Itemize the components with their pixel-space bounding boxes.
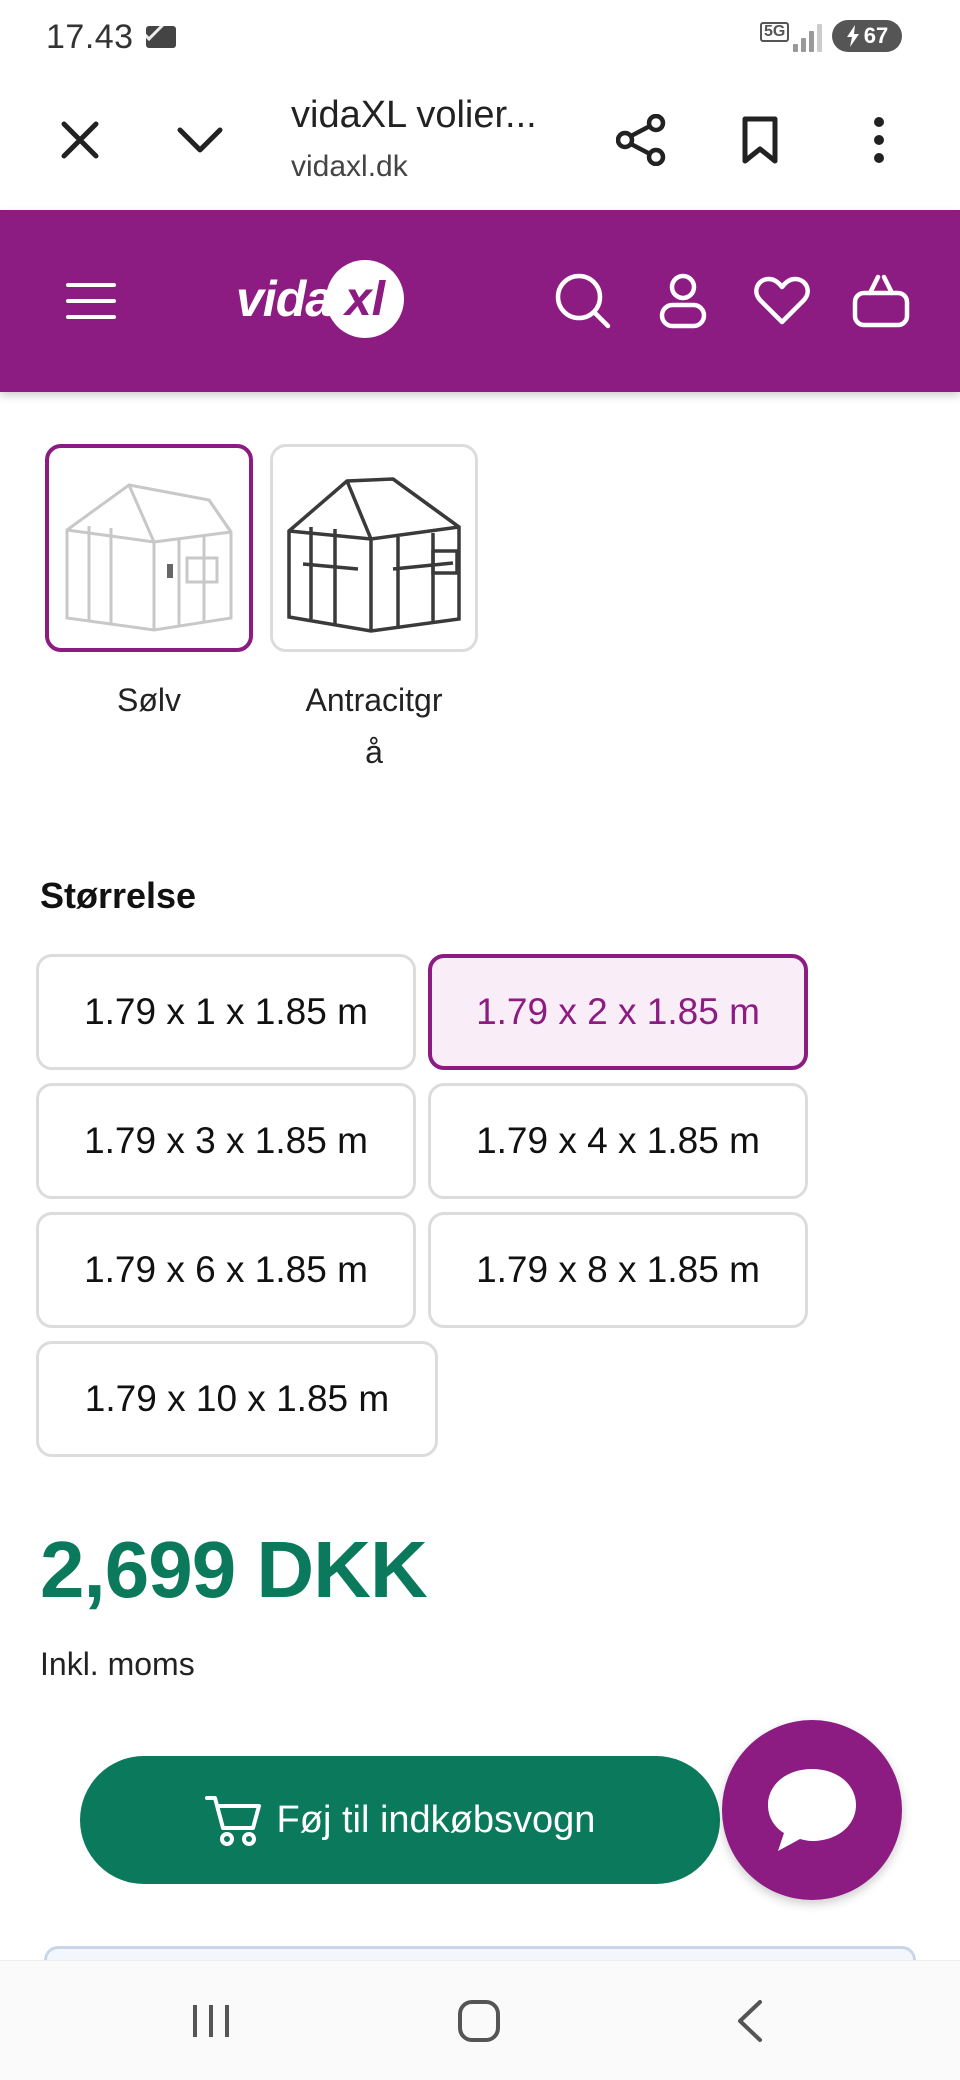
network-type-indicator: 5G	[760, 22, 790, 42]
status-bar: 17.43 5G 67	[0, 0, 960, 72]
cart-icon	[204, 1796, 261, 1846]
page-title: vidaXL volier...	[291, 94, 537, 136]
home-icon[interactable]	[444, 1991, 514, 2051]
site-header: vida xl	[0, 210, 960, 392]
search-icon[interactable]	[544, 262, 622, 340]
back-icon[interactable]	[714, 1991, 784, 2051]
size-heading: Størrelse	[40, 875, 197, 916]
size-option[interactable]: 1.79 x 8 x 1.85 m	[428, 1212, 808, 1328]
size-option-selected[interactable]: 1.79 x 2 x 1.85 m	[428, 954, 808, 1070]
browser-toolbar: vidaXL volier... vidaxl.dk	[0, 72, 960, 210]
account-icon[interactable]	[644, 262, 722, 340]
size-option[interactable]: 1.79 x 4 x 1.85 m	[428, 1083, 808, 1199]
system-navigation-bar	[0, 1960, 960, 2080]
page-url: vidaxl.dk	[291, 150, 408, 183]
share-icon[interactable]	[609, 108, 673, 172]
silver-aviary-image	[65, 483, 233, 632]
product-price: 2,699 DKK	[40, 1525, 428, 1614]
color-label-anthracite-line2: å	[365, 734, 383, 770]
chat-bubble-icon	[768, 1769, 856, 1851]
size-option[interactable]: 1.79 x 1 x 1.85 m	[36, 954, 416, 1070]
bookmark-icon[interactable]	[728, 108, 792, 172]
chevron-down-icon[interactable]	[168, 108, 232, 172]
close-icon[interactable]	[48, 108, 112, 172]
vat-note: Inkl. moms	[40, 1646, 195, 1682]
color-option-silver[interactable]	[45, 444, 253, 652]
color-label-anthracite-line1: Antracitgr	[305, 682, 443, 718]
wishlist-heart-icon[interactable]	[743, 262, 821, 340]
signal-strength-icon	[793, 20, 823, 52]
status-time: 17.43	[46, 18, 134, 56]
basket-icon[interactable]	[842, 262, 920, 340]
mail-notification-icon	[146, 26, 176, 48]
anthracite-aviary-image	[287, 477, 461, 633]
logo-badge: xl	[326, 260, 405, 338]
battery-indicator: 67	[832, 20, 902, 52]
charging-bolt-icon	[846, 25, 859, 47]
add-to-cart-label: Føj til indkøbsvogn	[276, 1798, 596, 1841]
size-option[interactable]: 1.79 x 10 x 1.85 m	[36, 1341, 438, 1457]
color-label-silver: Sølv	[117, 682, 181, 718]
menu-icon[interactable]	[52, 262, 130, 340]
size-option[interactable]: 1.79 x 6 x 1.85 m	[36, 1212, 416, 1328]
add-to-cart-button[interactable]: Føj til indkøbsvogn	[80, 1756, 720, 1884]
chat-button[interactable]	[722, 1720, 902, 1900]
more-options-icon[interactable]	[847, 108, 911, 172]
color-option-anthracite[interactable]	[270, 444, 478, 652]
battery-level: 67	[863, 23, 889, 48]
vidaxl-logo[interactable]: vida xl	[236, 254, 405, 344]
color-label-anthracite: Antracitgr å	[270, 674, 478, 778]
logo-text: vida	[236, 271, 333, 327]
size-option[interactable]: 1.79 x 3 x 1.85 m	[36, 1083, 416, 1199]
recent-apps-icon[interactable]	[176, 1991, 246, 2051]
